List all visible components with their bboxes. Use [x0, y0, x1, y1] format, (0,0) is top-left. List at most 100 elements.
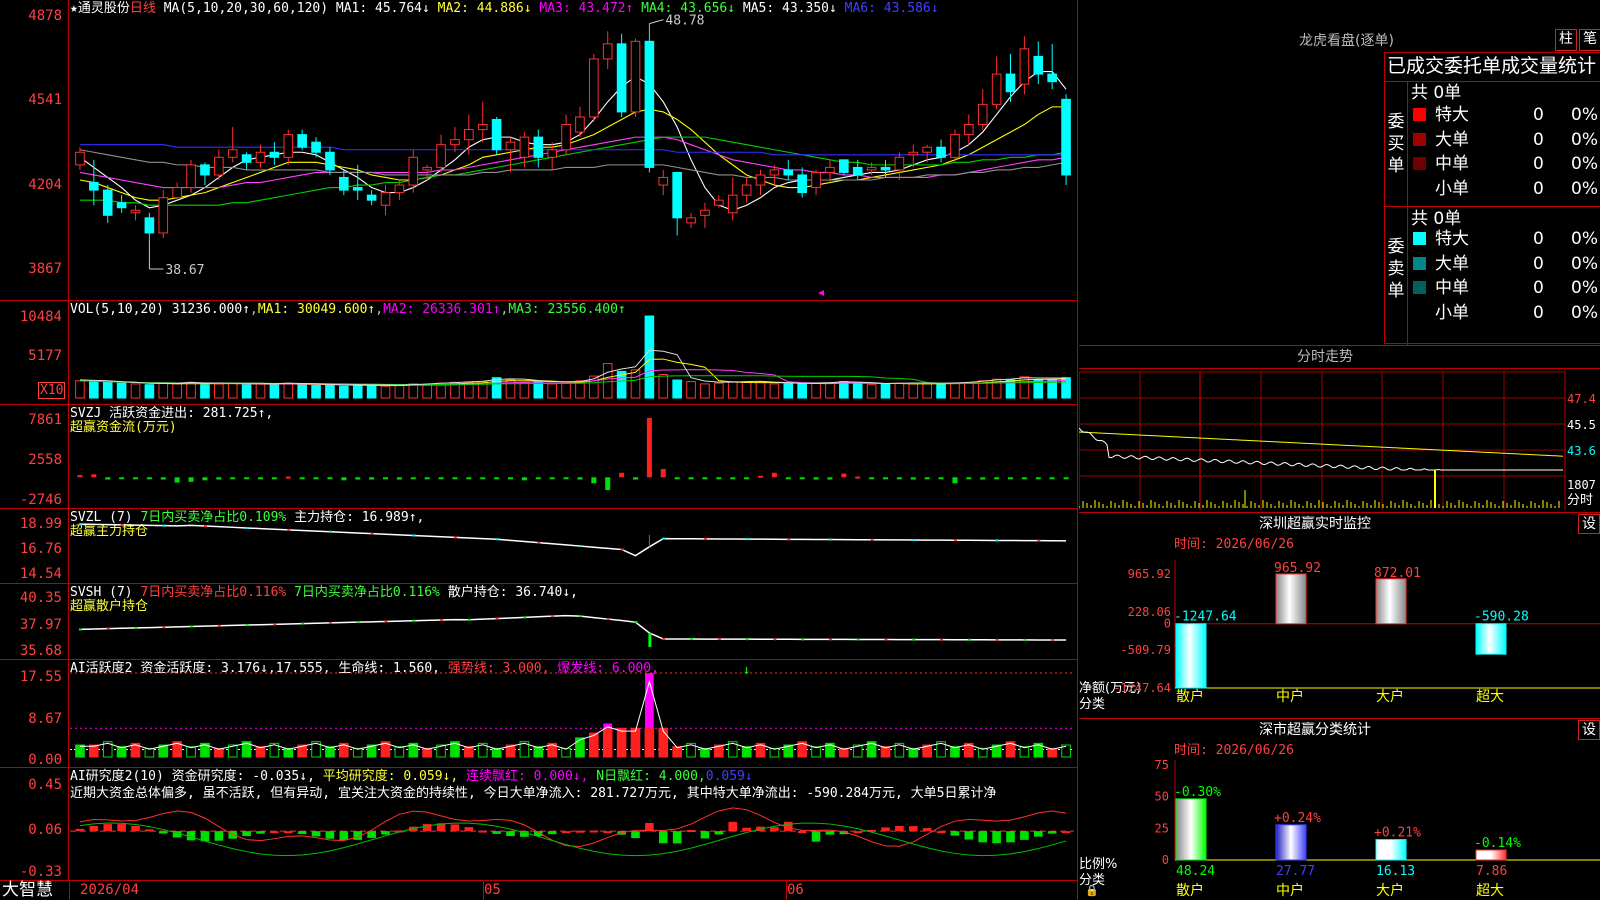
svzl-line: [79, 523, 1067, 557]
candle-body: [839, 159, 849, 173]
volume-bar: [880, 383, 891, 399]
candle-body: [977, 103, 988, 126]
flow-bar: [1049, 477, 1055, 480]
candle-body: [658, 176, 669, 186]
svzl-tick: [287, 528, 291, 531]
flow-bar: [535, 477, 541, 480]
flow-bar: [952, 477, 958, 484]
research-bar: [631, 831, 640, 839]
volume-bar: [644, 315, 655, 399]
chart-area[interactable]: ★通灵股份日线 MA(5,10,20,30,60,120) MA1: 45.76…: [0, 0, 1099, 900]
x-axis-label: 06: [787, 882, 804, 898]
candle-body: [214, 156, 224, 176]
volume-bar: [811, 382, 821, 399]
candle-body: [825, 166, 835, 173]
flow-bar: [258, 477, 263, 480]
candle-body: [491, 118, 502, 151]
flow-bar: [785, 477, 791, 480]
flow-bar: [771, 472, 777, 478]
classify-value-label: 48.24: [1176, 864, 1215, 879]
volume-bar: [950, 382, 960, 399]
flow-bar: [105, 477, 111, 480]
monitor-value-label: -1247.64: [1174, 610, 1237, 625]
svzl-tick: [203, 525, 207, 528]
flow-bar: [688, 477, 694, 480]
activity-bar: [658, 727, 669, 758]
flow-bar: [480, 477, 486, 480]
classify-category-label: 超大: [1476, 883, 1504, 899]
svzl-tick: [412, 534, 416, 537]
flow-bar: [980, 477, 986, 480]
volume-bar: [366, 384, 377, 399]
flow-bar: [355, 477, 361, 480]
volume-bar: [561, 381, 571, 399]
monitor-bar: [1275, 573, 1307, 625]
svzl-tick: [745, 538, 749, 541]
activity-bar: [75, 744, 85, 758]
flow-bar: [716, 477, 722, 480]
volume-bar: [491, 377, 502, 399]
activity-bar: [741, 746, 752, 758]
classify-change-label: +0.24%: [1274, 811, 1321, 826]
svsh-tick: [828, 638, 832, 641]
volume-bar: [519, 381, 530, 399]
candle-body: [547, 149, 557, 158]
research-bar: [797, 831, 807, 834]
flow-bar: [799, 477, 805, 480]
svsh-tick: [1023, 638, 1027, 641]
candle-body: [644, 40, 655, 168]
flow-bar: [160, 477, 166, 480]
research-bar: [145, 829, 154, 832]
svsh-tick: [690, 638, 694, 641]
flow-bar: [188, 477, 194, 482]
monitor-value-label: -590.28: [1474, 610, 1529, 625]
svzl-tick: [328, 530, 332, 533]
volume-bar: [325, 384, 335, 399]
volume-bar: [339, 385, 349, 399]
candle-body: [186, 164, 196, 189]
flow-bar: [521, 477, 527, 481]
candle-body: [519, 136, 530, 158]
activity-bar: [89, 744, 99, 758]
svsh-tick: [940, 638, 944, 641]
flow-bar: [827, 477, 833, 480]
flow-bar: [230, 477, 236, 480]
svzl-tick: [78, 523, 82, 526]
flow-bar: [1008, 477, 1013, 480]
candle-body: [325, 151, 335, 171]
candle-body: [1061, 98, 1071, 176]
candle-body: [880, 166, 891, 171]
research-bar: [131, 825, 140, 832]
volume-bar: [686, 381, 696, 399]
flow-bar: [133, 477, 138, 480]
volume-bar: [700, 383, 710, 399]
svsh-spike: [648, 632, 652, 647]
flow-bar: [841, 473, 847, 478]
candle-body: [936, 146, 946, 158]
activity-bar: [630, 727, 641, 758]
monitor-value-label: 965.92: [1274, 561, 1321, 576]
flow-bar: [605, 477, 611, 491]
volume-bar: [922, 383, 932, 399]
volume-bar: [769, 383, 780, 399]
candle-body: [436, 144, 446, 168]
candle-body: [366, 194, 377, 201]
research-bar: [214, 831, 224, 841]
research-bar: [297, 831, 307, 835]
candle-body: [602, 43, 613, 60]
candle-body: [116, 202, 127, 209]
fenshi-avg-line: [1079, 431, 1564, 457]
monitor-value-label: 872.01: [1374, 566, 1421, 581]
flow-bar: [174, 477, 180, 483]
volume-bar: [200, 384, 210, 399]
monitor-category-label: 中户: [1276, 688, 1304, 705]
svsh-tick: [384, 620, 388, 623]
candle-body: [1033, 55, 1044, 75]
volume-bar: [741, 381, 752, 399]
volume-bar: [908, 383, 919, 399]
research-bar: [1047, 831, 1057, 834]
flow-bar: [758, 475, 763, 478]
volume-bar: [422, 384, 432, 399]
brand-logo[interactable]: 大智慧: [2, 881, 53, 900]
volume-bar: [755, 381, 766, 399]
